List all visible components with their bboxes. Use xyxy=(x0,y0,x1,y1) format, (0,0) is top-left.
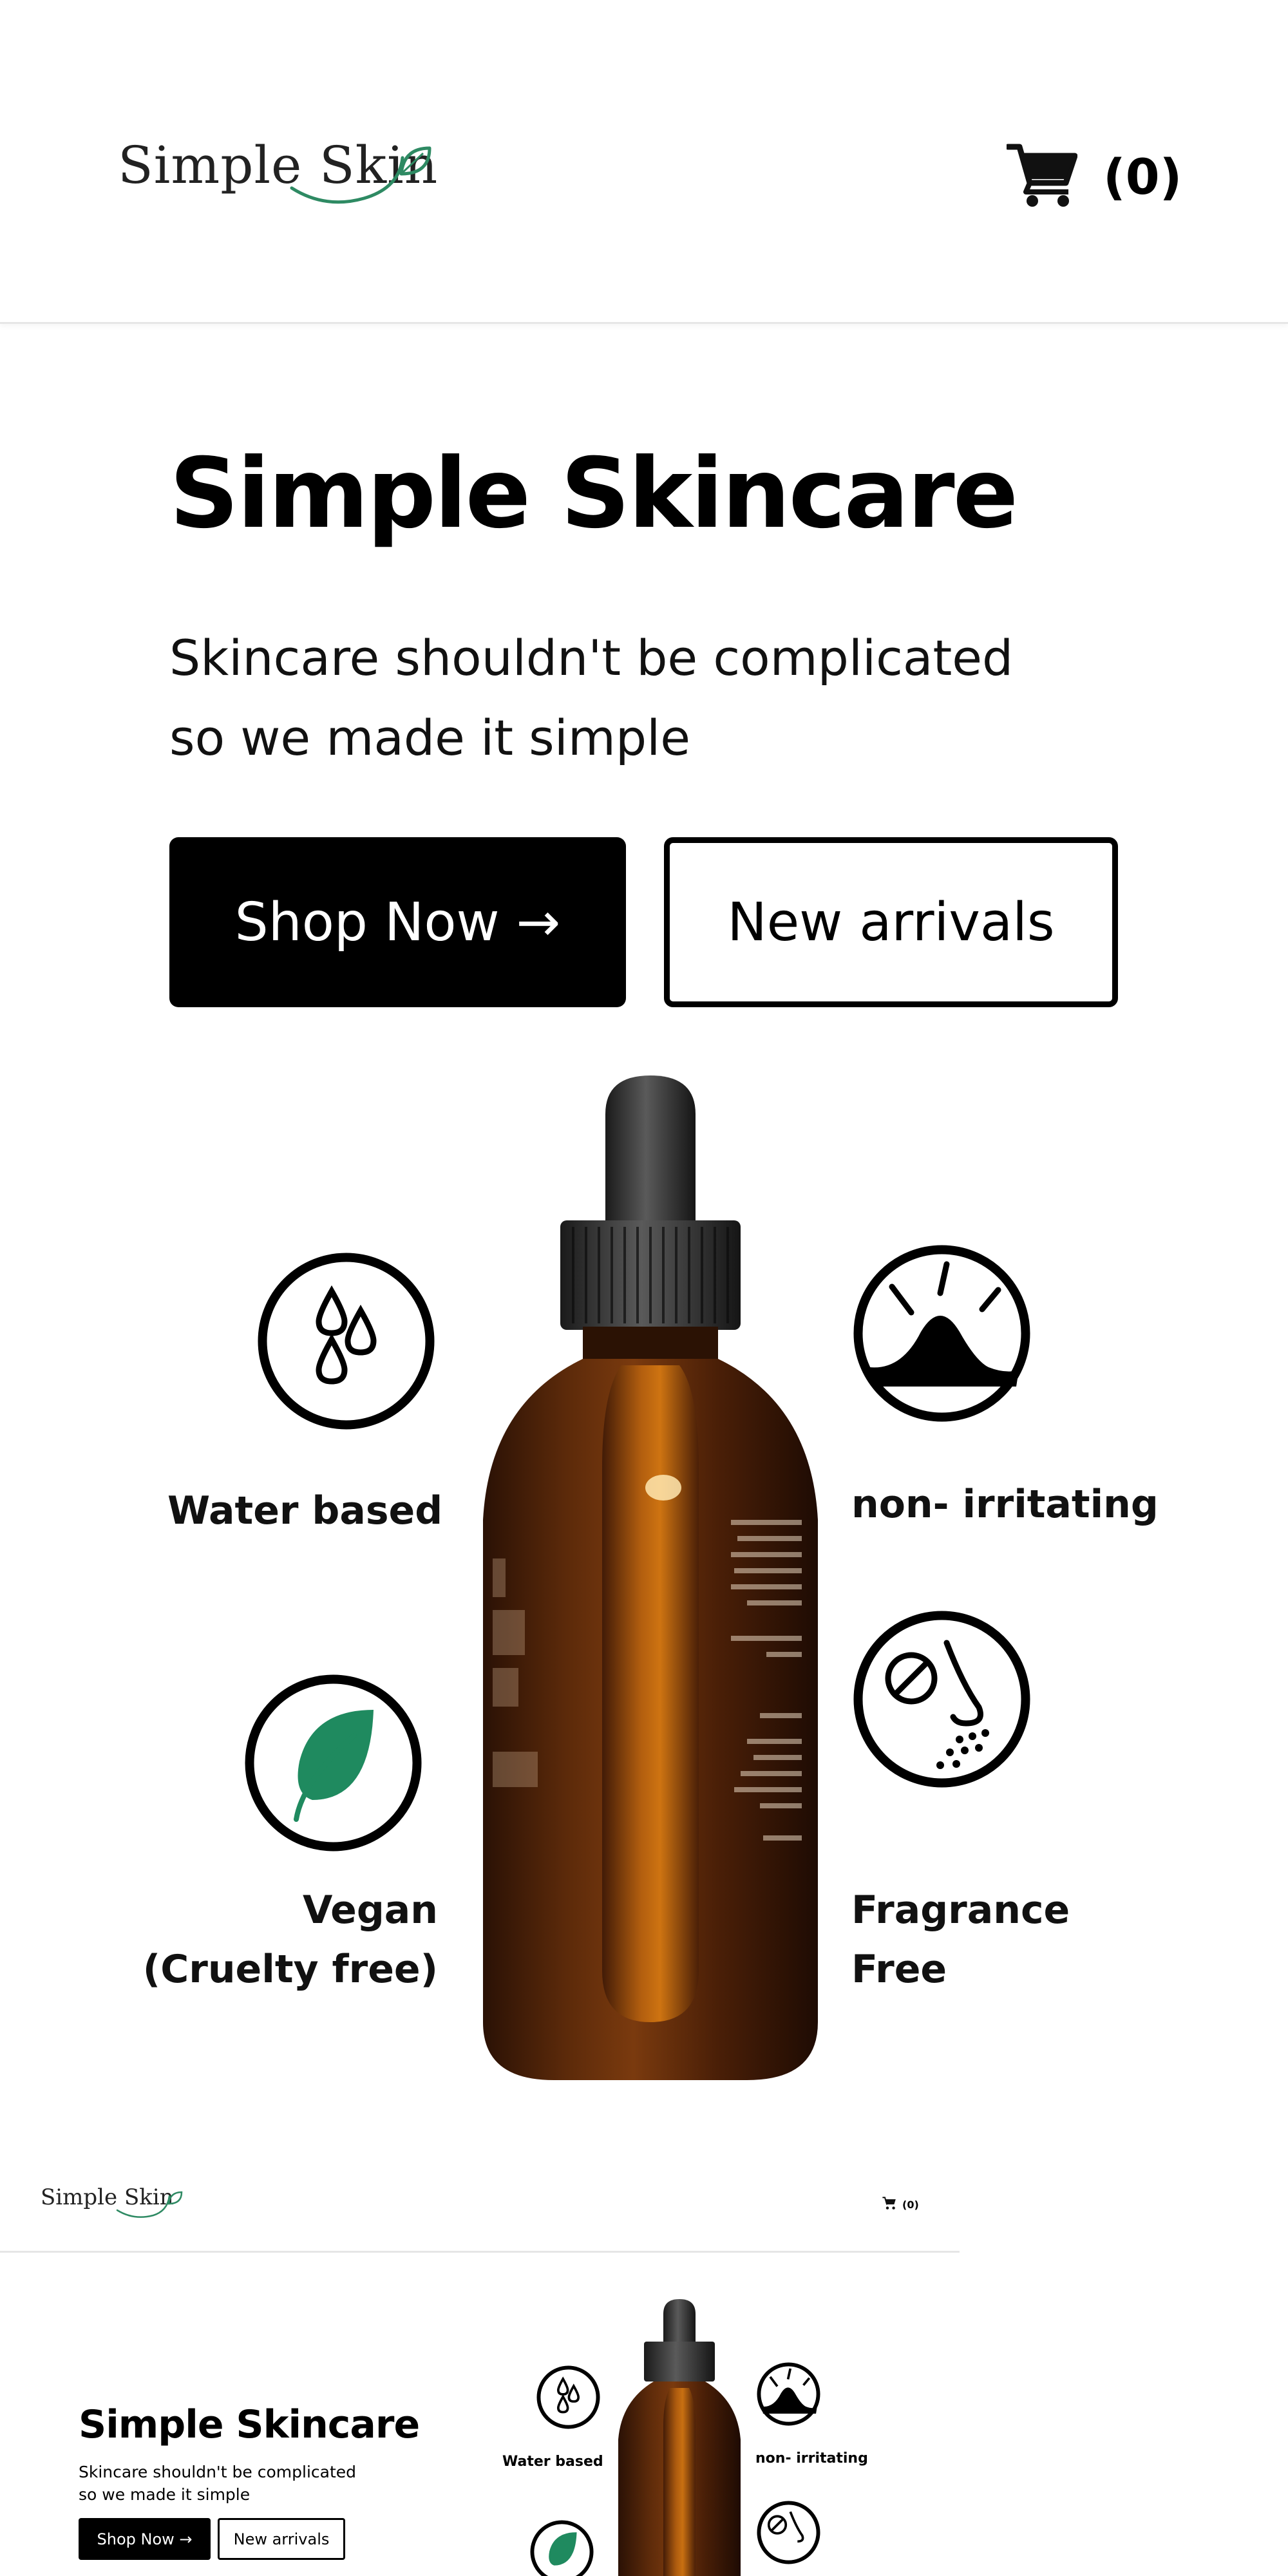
water-drops-icon xyxy=(258,1253,435,1430)
hero-title: Simple Skincare xyxy=(169,438,1018,550)
leaf-swash-icon xyxy=(290,146,431,204)
preview-new-arrivals-button[interactable]: New arrivals xyxy=(218,2518,345,2560)
no-smell-icon xyxy=(853,1611,1030,1788)
feature-fragrance-free-label: Fragrance Free xyxy=(851,1880,1122,1999)
preview-non-irritating-label: non- irritating xyxy=(755,2450,868,2467)
cart-count: (0) xyxy=(1103,148,1182,205)
hero-subtitle-line2: so we made it simple xyxy=(169,709,691,766)
logo[interactable]: Simple Skin xyxy=(118,129,437,213)
preview-cart-icon[interactable] xyxy=(882,2196,896,2210)
feature-non-irritating-label: non- irritating xyxy=(851,1482,1159,1527)
leaf-icon xyxy=(245,1674,422,1852)
preview-shop-now-button[interactable]: Shop Now → xyxy=(79,2518,211,2560)
feature-vegan-line1: Vegan xyxy=(303,1888,438,1933)
feature-water-based-label: Water based xyxy=(167,1488,443,1533)
preview-hero-subtitle: Skincare shouldn't be complicated so we … xyxy=(79,2461,465,2506)
cart-button[interactable]: (0) xyxy=(1007,140,1182,211)
preview-no-smell-icon xyxy=(757,2501,820,2564)
feature-fragrance-line1: Fragrance xyxy=(851,1888,1070,1933)
new-arrivals-button[interactable]: New arrivals xyxy=(664,837,1118,1007)
shop-now-button[interactable]: Shop Now → xyxy=(169,837,626,1007)
shopping-cart-icon xyxy=(1007,144,1077,207)
feature-fragrance-line2: Free xyxy=(851,1947,947,1992)
hero-subtitle-line1: Skincare shouldn't be complicated xyxy=(169,629,1014,687)
preview-hero-title: Simple Skincare xyxy=(79,2402,420,2447)
preview-subtitle-line2: so we made it simple xyxy=(79,2485,251,2504)
feature-vegan-line2: (Cruelty free) xyxy=(142,1947,438,1992)
preview-cart-count: (0) xyxy=(902,2199,919,2211)
preview-calm-skin-icon xyxy=(757,2362,820,2426)
preview-water-drops-icon xyxy=(536,2365,600,2429)
preview-subtitle-line1: Skincare shouldn't be complicated xyxy=(79,2463,357,2481)
hero-subtitle: Skincare shouldn't be complicated so we … xyxy=(169,618,1014,778)
preview-leaf-icon xyxy=(530,2520,594,2576)
site-header: Simple Skin (0) xyxy=(0,0,1288,324)
preview-leaf-swash-icon xyxy=(116,2191,183,2218)
product-bottle-image xyxy=(483,1075,818,2080)
preview-product-bottle-image xyxy=(618,2299,741,2576)
preview-water-based-label: Water based xyxy=(502,2454,603,2470)
calm-skin-icon xyxy=(853,1245,1030,1422)
feature-vegan-label: Vegan (Cruelty free) xyxy=(116,1880,438,1999)
